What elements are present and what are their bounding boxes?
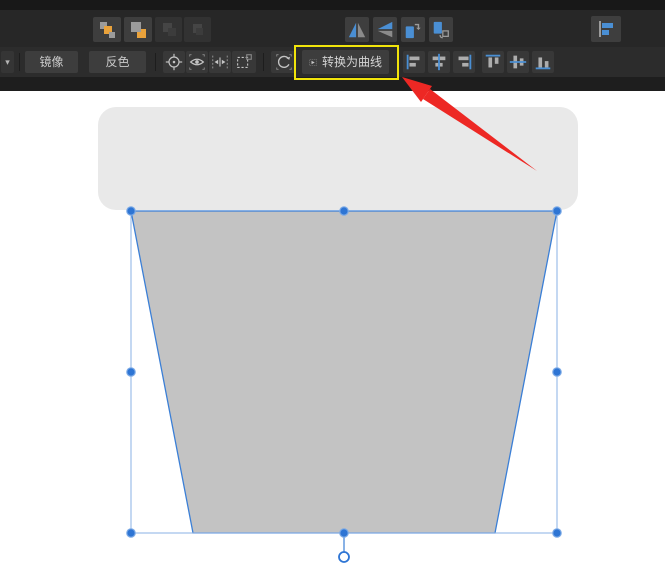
send-to-back-button[interactable] bbox=[184, 17, 211, 42]
selection-node[interactable] bbox=[126, 206, 136, 216]
align-center-horizontal-icon bbox=[432, 53, 446, 71]
selection-node[interactable] bbox=[126, 367, 136, 377]
center-point-icon bbox=[165, 53, 183, 71]
toolbar-row-arrange bbox=[0, 10, 665, 48]
options-dropdown-button[interactable]: ▾ bbox=[1, 51, 14, 73]
flip-horizontal-button[interactable] bbox=[345, 17, 369, 42]
transform-frame-button[interactable] bbox=[232, 51, 256, 73]
selection-node[interactable] bbox=[126, 528, 136, 538]
rotate-cw-button[interactable] bbox=[429, 17, 453, 42]
rotate-ccw-icon bbox=[405, 23, 421, 38]
selection-node[interactable] bbox=[552, 367, 562, 377]
align-left-flag-icon bbox=[599, 21, 613, 37]
rotate-ccw-button[interactable] bbox=[401, 17, 425, 42]
center-point-button[interactable] bbox=[163, 51, 185, 73]
align-middle-vertical-icon bbox=[509, 55, 527, 69]
align-right-icon bbox=[458, 54, 472, 70]
preview-eye-icon bbox=[189, 54, 205, 70]
selection-node[interactable] bbox=[339, 528, 349, 538]
flip-horizontal-icon bbox=[348, 22, 366, 37]
selection-nodes bbox=[126, 206, 562, 538]
toolbar-separator bbox=[263, 53, 264, 71]
bring-to-front-button[interactable] bbox=[155, 17, 182, 42]
toolbar-separator bbox=[19, 53, 20, 71]
rotate-tool-button[interactable] bbox=[271, 51, 296, 73]
chevron-down-icon: ▾ bbox=[5, 56, 10, 67]
arrange-backward-icon bbox=[131, 21, 146, 38]
flip-vertical-icon bbox=[377, 21, 393, 37]
rounded-rectangle-shape[interactable] bbox=[98, 107, 578, 210]
invert-color-button[interactable]: 反色 bbox=[89, 51, 146, 73]
pointer-arrow-tail bbox=[423, 89, 537, 171]
fit-width-button[interactable] bbox=[209, 51, 231, 73]
toolbar-separator bbox=[155, 53, 156, 71]
selection-node[interactable] bbox=[552, 206, 562, 216]
invert-button-label: 反色 bbox=[105, 55, 130, 69]
align-bottom-button[interactable] bbox=[532, 51, 554, 73]
align-middle-vertical-button[interactable] bbox=[507, 51, 529, 73]
mirror-button[interactable]: 镜像 bbox=[25, 51, 78, 73]
rotation-handle[interactable] bbox=[338, 551, 350, 563]
align-bottom-icon bbox=[535, 57, 551, 70]
selection-node[interactable] bbox=[552, 528, 562, 538]
align-center-horizontal-button[interactable] bbox=[428, 51, 450, 73]
align-left-button[interactable] bbox=[403, 51, 425, 73]
arrange-forward-button[interactable] bbox=[93, 17, 121, 42]
align-right-button[interactable] bbox=[453, 51, 475, 73]
align-left-icon bbox=[406, 54, 420, 70]
flip-vertical-button[interactable] bbox=[373, 17, 397, 42]
mirror-button-label: 镜像 bbox=[39, 55, 64, 69]
rotate-icon bbox=[275, 54, 292, 70]
window-top-strip bbox=[0, 0, 665, 10]
transform-frame-icon bbox=[237, 54, 252, 68]
pointer-arrow bbox=[402, 77, 537, 171]
selection-node[interactable] bbox=[339, 206, 349, 216]
send-to-back-icon bbox=[192, 23, 203, 35]
rotate-cw-icon bbox=[433, 21, 449, 38]
align-flag-button[interactable] bbox=[591, 16, 621, 42]
align-top-icon bbox=[485, 54, 501, 68]
trapezoid-shape[interactable] bbox=[130, 210, 558, 534]
convert-button-highlight bbox=[294, 45, 399, 80]
preview-eye-button[interactable] bbox=[186, 51, 208, 73]
align-top-button[interactable] bbox=[482, 51, 504, 73]
arrange-backward-button[interactable] bbox=[124, 17, 152, 42]
fit-width-icon bbox=[212, 55, 228, 69]
bring-to-front-icon bbox=[162, 22, 176, 36]
arrange-forward-icon bbox=[100, 21, 115, 38]
